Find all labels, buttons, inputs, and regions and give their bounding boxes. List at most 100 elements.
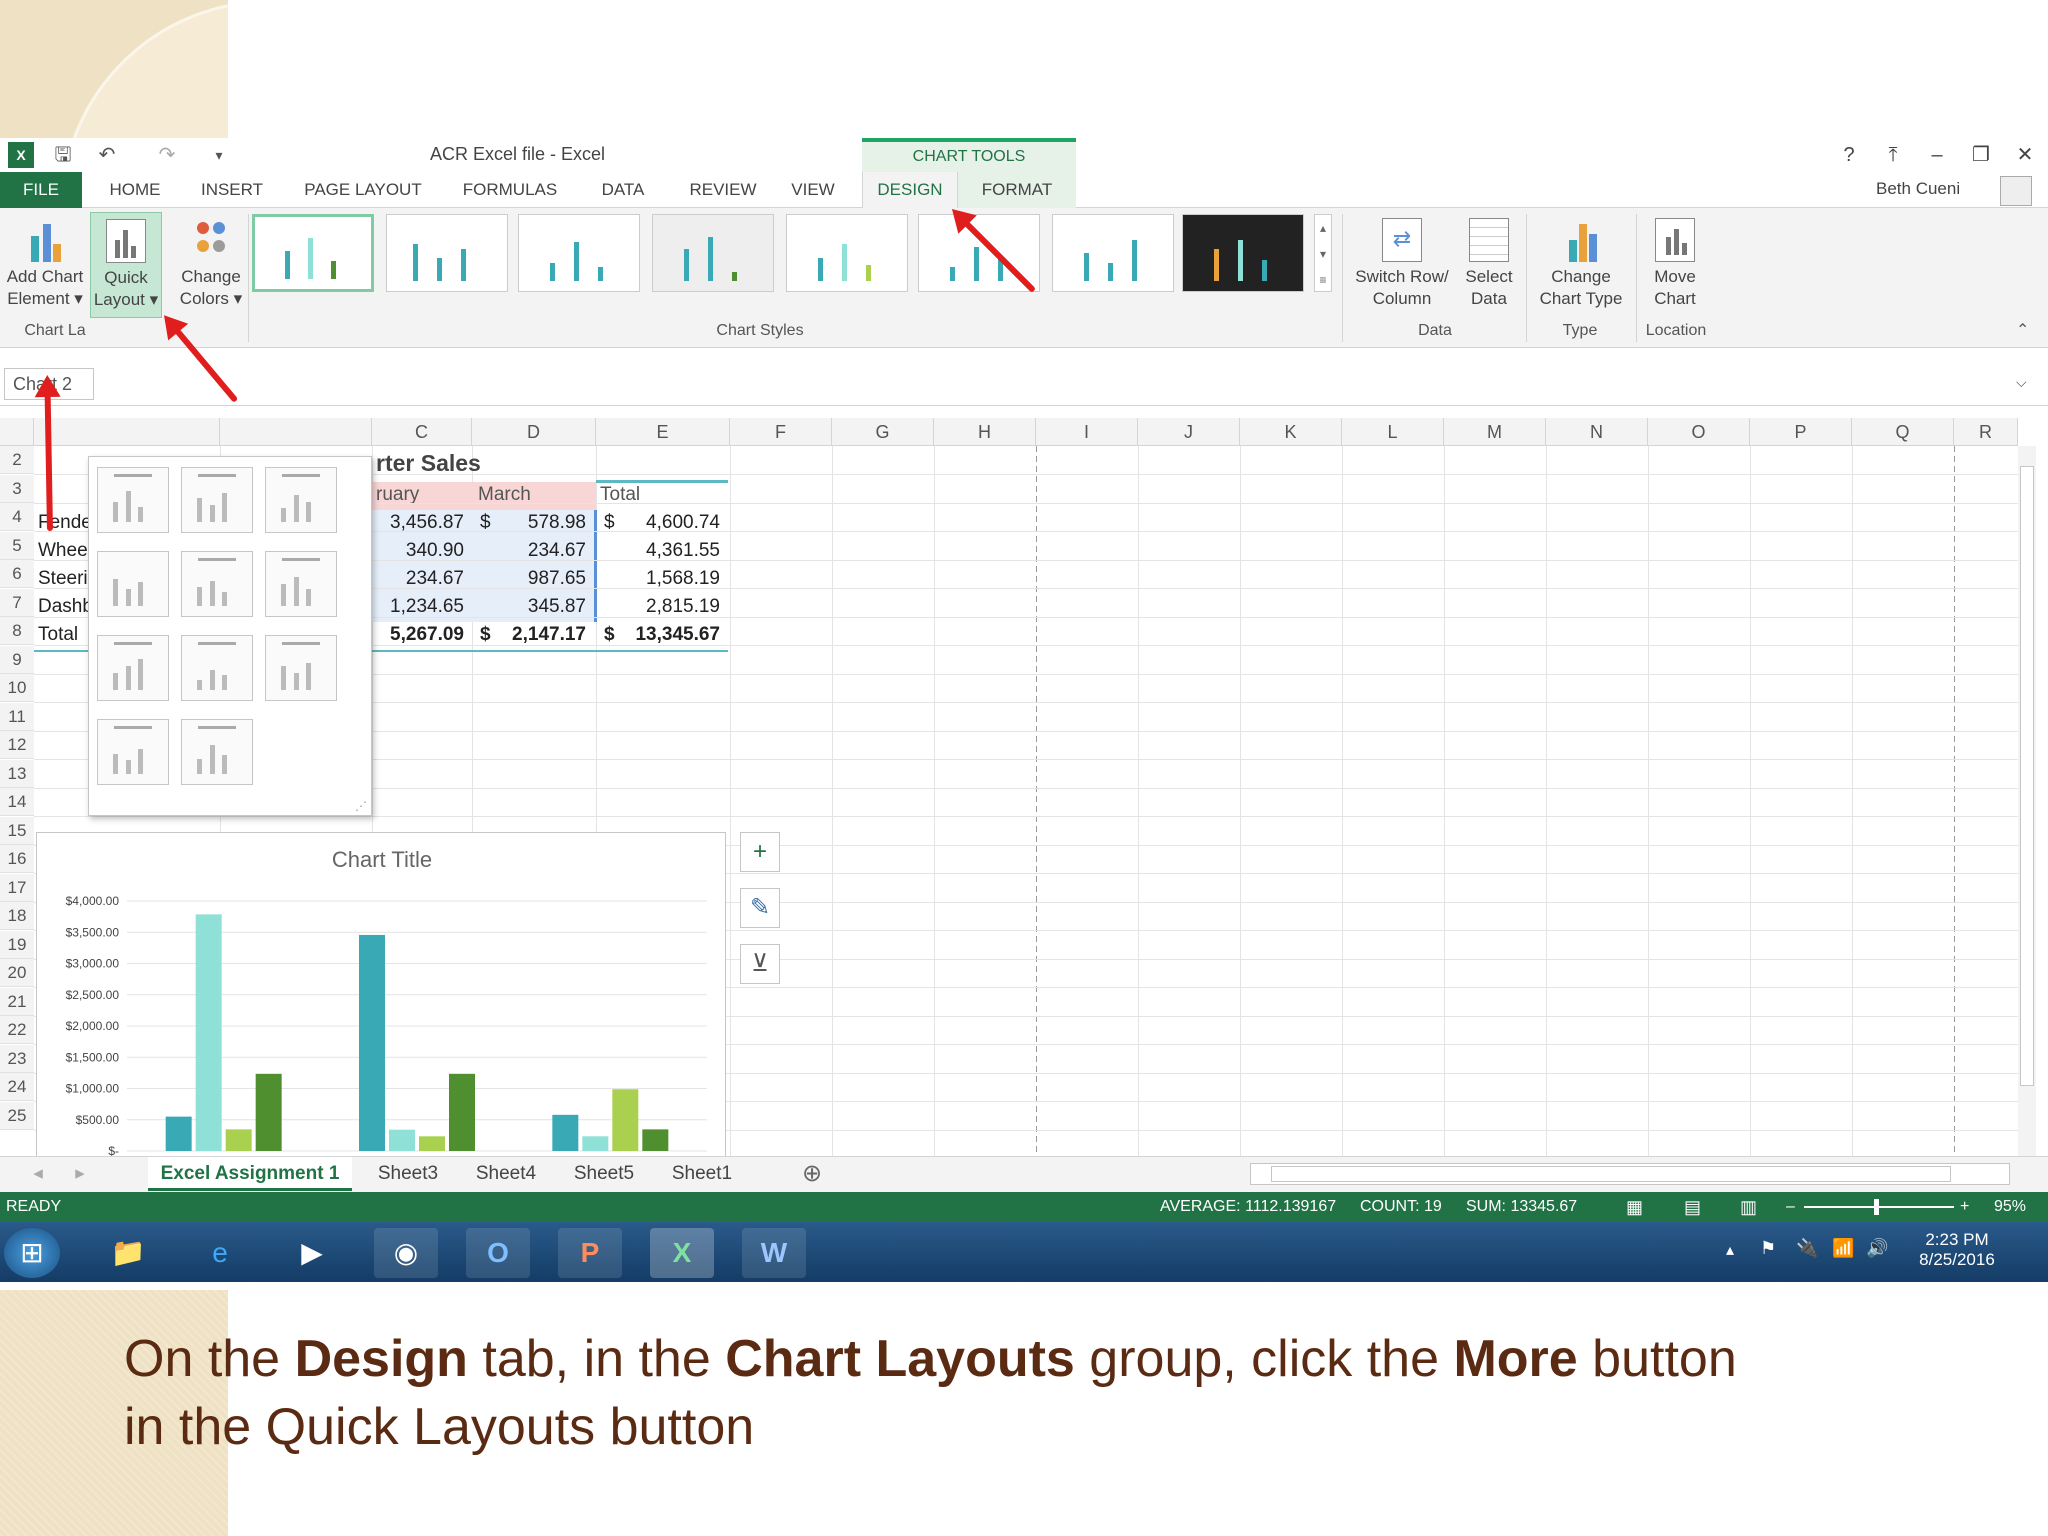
tab-format[interactable]: FORMAT [958,172,1076,208]
row-header-9[interactable]: 9 [0,645,34,674]
chart-style-1[interactable] [252,214,374,292]
collapse-ribbon-icon[interactable]: ⌃ [2016,320,2029,340]
row-header-23[interactable]: 23 [0,1044,34,1073]
resize-grip-icon[interactable]: ⋰ [355,799,367,813]
chart-filters-button[interactable]: ⊻ [740,944,780,984]
column-header-k[interactable]: K [1240,418,1342,446]
select-data-button[interactable]: Select Data [1456,212,1522,318]
restore-icon[interactable]: ❐ [1966,142,1996,168]
quick-layout-3[interactable] [265,467,337,533]
quick-layout-11[interactable] [181,719,253,785]
network-icon[interactable]: 📶 [1832,1238,1854,1259]
tab-formulas[interactable]: FORMULAS [454,172,566,208]
chart-styles-button[interactable]: ✎ [740,888,780,928]
tab-page-layout[interactable]: PAGE LAYOUT [296,172,430,208]
row-header-6[interactable]: 6 [0,560,34,588]
column-header-m[interactable]: M [1444,418,1546,446]
expand-formula-bar-icon[interactable]: ⌵ [2016,374,2027,391]
outlook-icon[interactable]: O [466,1228,530,1278]
row-header-12[interactable]: 12 [0,731,34,759]
row-header-16[interactable]: 16 [0,845,34,873]
user-name[interactable]: Beth Cueni [1876,179,1960,199]
chart-style-3[interactable] [518,214,640,292]
horizontal-scroll-thumb[interactable] [1271,1166,1951,1182]
minimize-icon[interactable]: – [1922,142,1952,168]
tab-review[interactable]: REVIEW [680,172,766,208]
save-icon[interactable]: 🖫 [50,142,76,168]
row-header-11[interactable]: 11 [0,702,34,731]
select-all-corner[interactable] [0,418,34,446]
chart-style-8[interactable] [1182,214,1304,292]
page-break-view-icon[interactable]: ▥ [1740,1192,1757,1222]
power-icon[interactable]: 🔌 [1796,1238,1818,1259]
change-colors-button[interactable]: Change Colors ▾ [170,212,252,318]
quick-layout-8[interactable] [181,635,253,701]
ribbon-display-options-icon[interactable]: ⤒ [1878,142,1908,168]
tab-home[interactable]: HOME [100,172,170,208]
row-header-5[interactable]: 5 [0,531,34,560]
row-header-7[interactable]: 7 [0,588,34,617]
vertical-scrollbar[interactable] [2018,446,2036,1158]
sheet-tab-sheet4[interactable]: Sheet4 [458,1157,554,1191]
excel-taskbar-icon[interactable]: X [650,1228,714,1278]
horizontal-scrollbar[interactable] [1250,1163,2010,1185]
zoom-in-icon[interactable]: + [1960,1192,1969,1222]
cell-e7[interactable]: 2,815.19 [604,596,720,618]
word-icon[interactable]: W [742,1228,806,1278]
quick-layout-button[interactable]: Quick Layout ▾ [90,212,162,318]
zoom-out-icon[interactable]: – [1786,1192,1795,1222]
sheet-tab-sheet3[interactable]: Sheet3 [360,1157,456,1191]
cell-c6[interactable]: 234.67 [372,568,464,590]
quick-layout-10[interactable] [97,719,169,785]
column-header[interactable] [34,418,220,446]
column-header-h[interactable]: H [934,418,1036,446]
column-header-c[interactable]: C [372,418,472,446]
cell-d8[interactable]: 2,147.17 [480,624,586,646]
row-header-22[interactable]: 22 [0,1016,34,1044]
next-sheet-icon[interactable]: ▸ [70,1157,90,1191]
volume-icon[interactable]: 🔊 [1866,1238,1888,1259]
row-header-25[interactable]: 25 [0,1101,34,1130]
new-sheet-icon[interactable]: ⊕ [794,1157,830,1191]
row-header-10[interactable]: 10 [0,674,34,702]
row-header-18[interactable]: 18 [0,902,34,930]
tab-insert[interactable]: INSERT [190,172,274,208]
chart-style-7[interactable] [1052,214,1174,292]
move-chart-button[interactable]: Move Chart [1640,212,1710,318]
customize-qat-icon[interactable]: ▾ [206,142,232,168]
row-header-8[interactable]: 8 [0,617,34,645]
cell-e6[interactable]: 1,568.19 [604,568,720,590]
column-header-e[interactable]: E [596,418,730,446]
cell-d6[interactable]: 987.65 [480,568,586,590]
quick-layout-7[interactable] [97,635,169,701]
show-hidden-icons-icon[interactable]: ▴ [1726,1240,1734,1260]
row-header-17[interactable]: 17 [0,873,34,902]
chart-style-4[interactable] [652,214,774,292]
tab-design[interactable]: DESIGN [862,172,958,209]
chart-style-2[interactable] [386,214,508,292]
tab-view[interactable]: VIEW [782,172,844,208]
undo-icon[interactable]: ↶ [94,142,120,168]
row-header-3[interactable]: 3 [0,474,34,503]
tab-data[interactable]: DATA [588,172,658,208]
column-header-g[interactable]: G [832,418,934,446]
cell-c7[interactable]: 1,234.65 [372,596,464,618]
start-button-icon[interactable]: ⊞ [4,1228,60,1278]
column-header-d[interactable]: D [472,418,596,446]
clock[interactable]: 2:23 PM 8/25/2016 [1902,1230,2012,1270]
media-player-icon[interactable]: ▶ [280,1228,344,1278]
zoom-level[interactable]: 95% [1994,1192,2026,1222]
row-header-14[interactable]: 14 [0,788,34,816]
cell-c8[interactable]: 5,267.09 [372,624,464,646]
tab-file[interactable]: FILE [0,172,82,208]
column-header-o[interactable]: O [1648,418,1750,446]
redo-icon[interactable]: ↷ [154,142,180,168]
row-header-20[interactable]: 20 [0,959,34,987]
column-header-q[interactable]: Q [1852,418,1954,446]
row-header-13[interactable]: 13 [0,759,34,788]
quick-layout-9[interactable] [265,635,337,701]
row-header-2[interactable]: 2 [0,446,34,474]
column-header-f[interactable]: F [730,418,832,446]
internet-explorer-icon[interactable]: e [188,1228,252,1278]
column-header[interactable] [220,418,372,446]
